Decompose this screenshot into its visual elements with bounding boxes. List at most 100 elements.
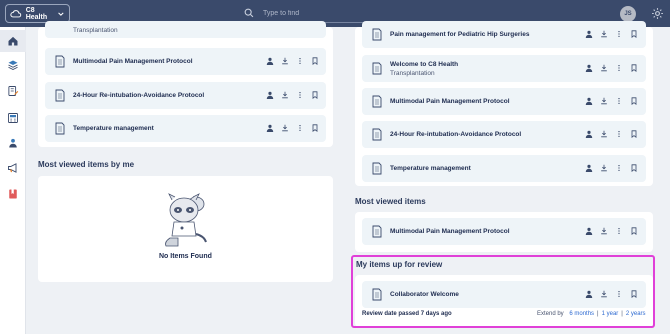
people-icon: [9, 138, 17, 148]
layers-icon: [8, 60, 18, 71]
list-item[interactable]: Welcome to C8 Health Transplantation: [362, 55, 646, 82]
list-item-title: Welcome to C8 Health: [390, 61, 459, 68]
search-icon: [244, 8, 254, 18]
more-vertical-icon[interactable]: [615, 130, 623, 138]
cloud-logo-icon: [10, 9, 22, 17]
sidebar-item-calculators[interactable]: [0, 107, 26, 129]
download-icon[interactable]: [281, 91, 289, 99]
person-icon[interactable]: [266, 57, 274, 65]
more-vertical-icon[interactable]: [296, 57, 304, 65]
person-icon[interactable]: [585, 97, 593, 105]
person-icon[interactable]: [266, 124, 274, 132]
sidebar: [0, 27, 26, 334]
item-actions: [266, 57, 326, 65]
list-item[interactable]: Temperature management: [45, 115, 326, 142]
list-item[interactable]: 24-Hour Re-intubation-Avoidance Protocol: [362, 121, 646, 148]
list-item-title: 24-Hour Re-intubation-Avoidance Protocol: [390, 131, 522, 138]
download-icon[interactable]: [600, 164, 608, 172]
bookmark-icon[interactable]: [630, 164, 638, 172]
document-icon: [55, 55, 65, 68]
sidebar-item-library[interactable]: [0, 54, 26, 76]
item-actions: [585, 227, 645, 235]
more-vertical-icon[interactable]: [615, 97, 623, 105]
download-icon[interactable]: [600, 64, 608, 72]
list-item-title: 24-Hour Re-intubation-Avoidance Protocol: [73, 92, 205, 99]
list-item-title: Temperature management: [390, 165, 471, 172]
item-actions: [585, 130, 645, 138]
list-item[interactable]: Temperature management: [362, 155, 646, 182]
download-icon[interactable]: [600, 97, 608, 105]
home-icon: [8, 36, 18, 46]
sidebar-item-announcements[interactable]: [0, 157, 26, 179]
most-viewed-by-me-panel: No Items Found: [38, 176, 333, 282]
download-icon[interactable]: [600, 130, 608, 138]
section-title-most-viewed-by-me: Most viewed items by me: [38, 160, 135, 169]
item-actions: [585, 164, 645, 172]
document-icon: [372, 95, 382, 108]
person-icon[interactable]: [585, 227, 593, 235]
document-icon: [55, 122, 65, 135]
list-item-subtitle: Transplantation: [390, 70, 435, 77]
download-icon[interactable]: [600, 30, 608, 38]
person-icon[interactable]: [585, 30, 593, 38]
raccoon-mascot-illustration: [165, 193, 207, 247]
download-icon[interactable]: [600, 227, 608, 235]
list-item[interactable]: Multimodal Pain Management Protocol: [362, 88, 646, 115]
sidebar-item-people[interactable]: [0, 132, 26, 154]
avatar[interactable]: JS: [620, 6, 636, 22]
bookmark-icon[interactable]: [630, 227, 638, 235]
search-input[interactable]: [263, 9, 403, 17]
list-item-title: Multimodal Pain Management Protocol: [390, 228, 510, 235]
bookmark-book-icon: [9, 189, 17, 199]
more-vertical-icon[interactable]: [615, 30, 623, 38]
item-actions: [585, 97, 645, 105]
gear-icon[interactable]: [651, 7, 664, 20]
section-title-most-viewed: Most viewed items: [355, 197, 426, 206]
bookmark-icon[interactable]: [630, 30, 638, 38]
list-item-title: Temperature management: [73, 125, 154, 132]
list-item-title: Pain management for Pediatric Hip Surger…: [390, 31, 530, 38]
list-item[interactable]: Pain management for Pediatric Hip Surger…: [362, 21, 646, 48]
bookmark-icon[interactable]: [630, 64, 638, 72]
sidebar-item-bookmarks[interactable]: [0, 183, 26, 205]
brand-name: C8 Health: [25, 6, 48, 21]
more-vertical-icon[interactable]: [296, 91, 304, 99]
document-icon: [55, 89, 65, 102]
person-icon[interactable]: [585, 164, 593, 172]
sidebar-item-notes[interactable]: [0, 80, 26, 102]
bookmark-icon[interactable]: [311, 91, 319, 99]
document-icon: [372, 225, 382, 238]
item-actions: [585, 64, 645, 72]
item-actions: [266, 91, 326, 99]
list-item[interactable]: 24-Hour Re-intubation-Avoidance Protocol: [45, 82, 326, 109]
list-item-subtitle: Transplantation: [73, 27, 118, 34]
document-icon: [372, 62, 382, 75]
more-vertical-icon[interactable]: [615, 227, 623, 235]
person-icon[interactable]: [266, 91, 274, 99]
person-icon[interactable]: [585, 64, 593, 72]
megaphone-icon: [8, 163, 17, 173]
chevron-down-icon: [58, 11, 64, 16]
bookmark-icon[interactable]: [630, 97, 638, 105]
more-vertical-icon[interactable]: [615, 64, 623, 72]
empty-state-text: No Items Found: [159, 253, 212, 260]
person-icon[interactable]: [585, 130, 593, 138]
bookmark-icon[interactable]: [630, 130, 638, 138]
list-item[interactable]: Multimodal Pain Management Protocol: [362, 218, 646, 245]
more-vertical-icon[interactable]: [615, 164, 623, 172]
document-icon: [372, 28, 382, 41]
sidebar-item-home[interactable]: [0, 30, 26, 52]
download-icon[interactable]: [281, 57, 289, 65]
calculator-icon: [8, 113, 18, 123]
document-icon: [372, 162, 382, 175]
list-item[interactable]: Transplantation: [45, 21, 326, 38]
list-item-title: Multimodal Pain Management Protocol: [390, 98, 510, 105]
bookmark-icon[interactable]: [311, 124, 319, 132]
more-vertical-icon[interactable]: [296, 124, 304, 132]
list-item-title: Multimodal Pain Management Protocol: [73, 58, 193, 65]
document-icon: [372, 128, 382, 141]
item-actions: [266, 124, 326, 132]
download-icon[interactable]: [281, 124, 289, 132]
bookmark-icon[interactable]: [311, 57, 319, 65]
list-item[interactable]: Multimodal Pain Management Protocol: [45, 48, 326, 75]
